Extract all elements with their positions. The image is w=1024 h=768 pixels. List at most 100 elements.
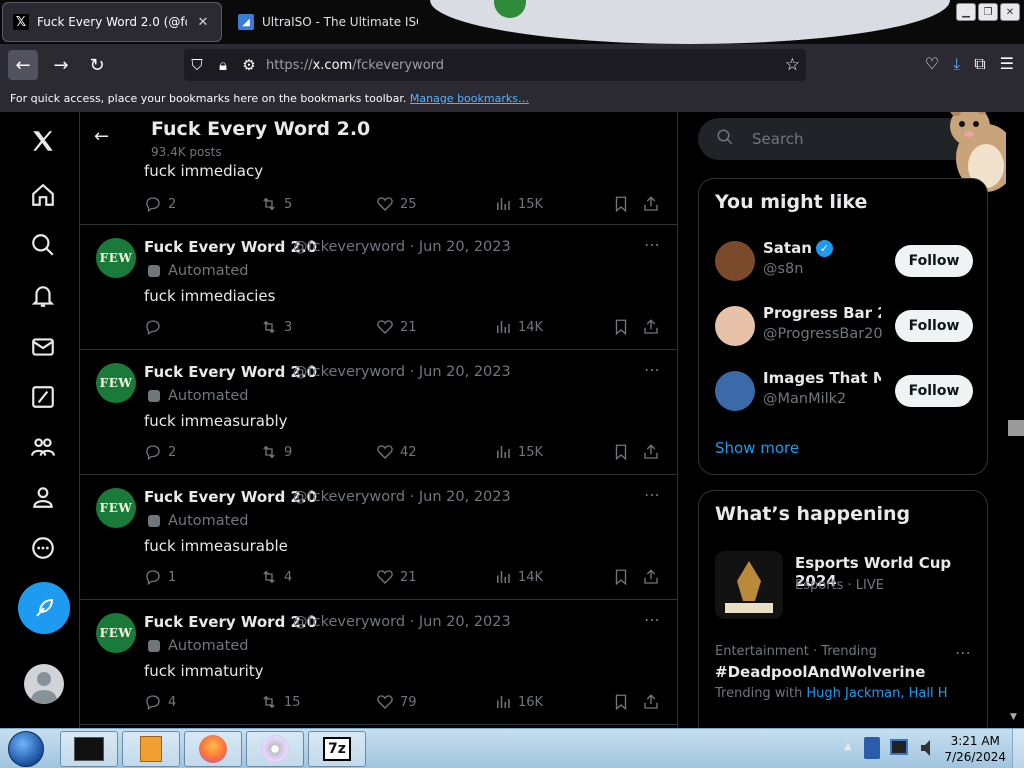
repost-button[interactable]: 5	[260, 195, 292, 213]
more-options-icon[interactable]: ⋯	[644, 485, 661, 504]
7zip-icon[interactable]: 7z	[308, 731, 366, 767]
explore-icon[interactable]	[24, 226, 62, 264]
account-avatar[interactable]	[24, 664, 64, 704]
views-button[interactable]: 15K	[494, 195, 543, 213]
repost-button[interactable]: 15	[260, 693, 301, 711]
bookmark-button[interactable]	[612, 195, 630, 213]
like-button[interactable]: 21	[376, 318, 417, 336]
scroll-down-arrow-icon[interactable]: ▼	[1010, 712, 1017, 722]
tweet[interactable]: FEW Fuck Every Word 2.0 @fckeveryword · Ju…	[80, 600, 677, 725]
share-button[interactable]	[642, 568, 660, 586]
tweet[interactable]: FEW Fuck Every Word 2.0 @fckeveryword · Ju…	[80, 475, 677, 600]
trend-hashtag[interactable]: #DeadpoolAndWolverine	[715, 663, 925, 681]
user-name[interactable]: Images That M✓	[763, 369, 881, 387]
system-clock[interactable]: 3:21 AM 7/26/2024	[944, 733, 1006, 765]
more-options-icon[interactable]: ⋯	[955, 643, 971, 662]
share-button[interactable]	[642, 693, 660, 711]
tray-app-icon[interactable]	[864, 737, 880, 759]
user-name[interactable]: Satan ✓	[763, 239, 881, 257]
tray-expand-icon[interactable]: ▲	[844, 741, 852, 752]
repost-button[interactable]: 4	[260, 568, 292, 586]
post-button[interactable]	[18, 582, 70, 634]
x-logo-icon[interactable]	[24, 122, 62, 160]
tab-fuck-every-word[interactable]: 𝕏 Fuck Every Word 2.0 (@fckeverj ✕	[2, 2, 222, 42]
tweet-handle-date[interactable]: @fckeveryword · Jun 20, 2023	[293, 489, 511, 505]
views-button[interactable]: 15K	[494, 443, 543, 461]
tweet-handle-date[interactable]: @fckeveryword · Jun 20, 2023	[293, 364, 511, 380]
like-button[interactable]: 79	[376, 693, 417, 711]
like-button[interactable]: 21	[376, 568, 417, 586]
tweet-author-name[interactable]: Fuck Every Word 2.0	[144, 363, 317, 381]
more-options-icon[interactable]: ⋯	[644, 360, 661, 379]
download-icon[interactable]: ⤓	[953, 54, 960, 74]
url-text[interactable]: https://x.com/fckeveryword	[266, 58, 444, 73]
back-button[interactable]: ←	[8, 50, 38, 80]
show-desktop-button[interactable]	[1012, 729, 1024, 768]
more-options-icon[interactable]: ⋯	[644, 610, 661, 629]
permissions-icon[interactable]: ⚙︎	[236, 56, 262, 74]
notifications-icon[interactable]	[24, 277, 62, 315]
volume-icon[interactable]	[918, 737, 938, 759]
profile-icon[interactable]	[24, 478, 62, 516]
extensions-icon[interactable]: ⧉	[974, 54, 985, 74]
tweet-partial[interactable]: fuck immediacy 2 5 25 15K	[80, 162, 677, 225]
share-button[interactable]	[642, 195, 660, 213]
close-window-button[interactable]: ✕	[1000, 3, 1020, 21]
scrollbar-thumb[interactable]	[1008, 420, 1024, 436]
trend-image[interactable]	[715, 551, 783, 619]
network-icon[interactable]	[890, 739, 908, 755]
suggested-user[interactable]: Satan ✓ @s8n Follow	[715, 239, 973, 283]
pocket-icon[interactable]: ♡	[925, 54, 939, 74]
menu-icon[interactable]: ☰	[1000, 54, 1014, 74]
follow-button[interactable]: Follow	[895, 310, 973, 342]
bookmark-button[interactable]	[612, 693, 630, 711]
share-button[interactable]	[642, 318, 660, 336]
home-icon[interactable]	[24, 176, 62, 214]
grok-icon[interactable]	[24, 378, 62, 416]
repost-button[interactable]: 9	[260, 443, 292, 461]
follow-button[interactable]: Follow	[895, 375, 973, 407]
reply-button[interactable]	[144, 318, 168, 336]
bookmark-button[interactable]	[612, 568, 630, 586]
tweet-avatar[interactable]: FEW	[96, 238, 136, 278]
reply-button[interactable]: 2	[144, 443, 176, 461]
close-tab-icon[interactable]: ✕	[195, 15, 211, 30]
tweet-avatar[interactable]: FEW	[96, 613, 136, 653]
suggested-user[interactable]: Progress Bar 2✓ @ProgressBar202 Follow	[715, 304, 973, 348]
manage-bookmarks-link[interactable]: Manage bookmarks…	[410, 92, 529, 105]
tweet[interactable]: FEW Fuck Every Word 2.0 @fckeveryword · Ju…	[80, 350, 677, 475]
tweet-avatar[interactable]: FEW	[96, 363, 136, 403]
reply-button[interactable]: 1	[144, 568, 176, 586]
restore-button[interactable]: ❐	[978, 3, 998, 21]
minimize-button[interactable]: ▁	[956, 3, 976, 21]
back-arrow-icon[interactable]: ←	[94, 126, 109, 147]
cd-burner-icon[interactable]	[246, 731, 304, 767]
repost-button[interactable]: 3	[260, 318, 292, 336]
follow-button[interactable]: Follow	[895, 245, 973, 277]
like-button[interactable]: 25	[376, 195, 417, 213]
user-avatar[interactable]	[715, 241, 755, 281]
start-button[interactable]	[4, 729, 48, 768]
reload-button[interactable]: ↻	[82, 50, 112, 80]
views-button[interactable]: 16K	[494, 693, 543, 711]
tweet-author-name[interactable]: Fuck Every Word 2.0	[144, 238, 317, 256]
reply-button[interactable]: 4	[144, 693, 176, 711]
views-button[interactable]: 14K	[494, 568, 543, 586]
firefox-icon[interactable]	[184, 731, 242, 767]
user-avatar[interactable]	[715, 371, 755, 411]
communities-icon[interactable]	[24, 428, 62, 466]
more-icon[interactable]	[24, 529, 62, 567]
page-scrollbar[interactable]: ▼	[1006, 112, 1024, 728]
show-more-link[interactable]: Show more	[715, 439, 799, 457]
user-name[interactable]: Progress Bar 2✓	[763, 304, 881, 322]
shield-icon[interactable]: ⛉	[184, 56, 210, 74]
terminal-icon[interactable]	[60, 731, 118, 767]
media-player-icon[interactable]	[122, 731, 180, 767]
reply-button[interactable]: 2	[144, 195, 176, 213]
tweet-handle-date[interactable]: @fckeveryword · Jun 20, 2023	[293, 239, 511, 255]
tweet[interactable]: FEW Fuck Every Word 2.0 @fckeveryword · Ju…	[80, 225, 677, 350]
tweet-avatar[interactable]: FEW	[96, 488, 136, 528]
bookmark-star-icon[interactable]: ☆	[785, 55, 800, 75]
tweet-author-name[interactable]: Fuck Every Word 2.0	[144, 488, 317, 506]
tweet-author-name[interactable]: Fuck Every Word 2.0	[144, 613, 317, 631]
